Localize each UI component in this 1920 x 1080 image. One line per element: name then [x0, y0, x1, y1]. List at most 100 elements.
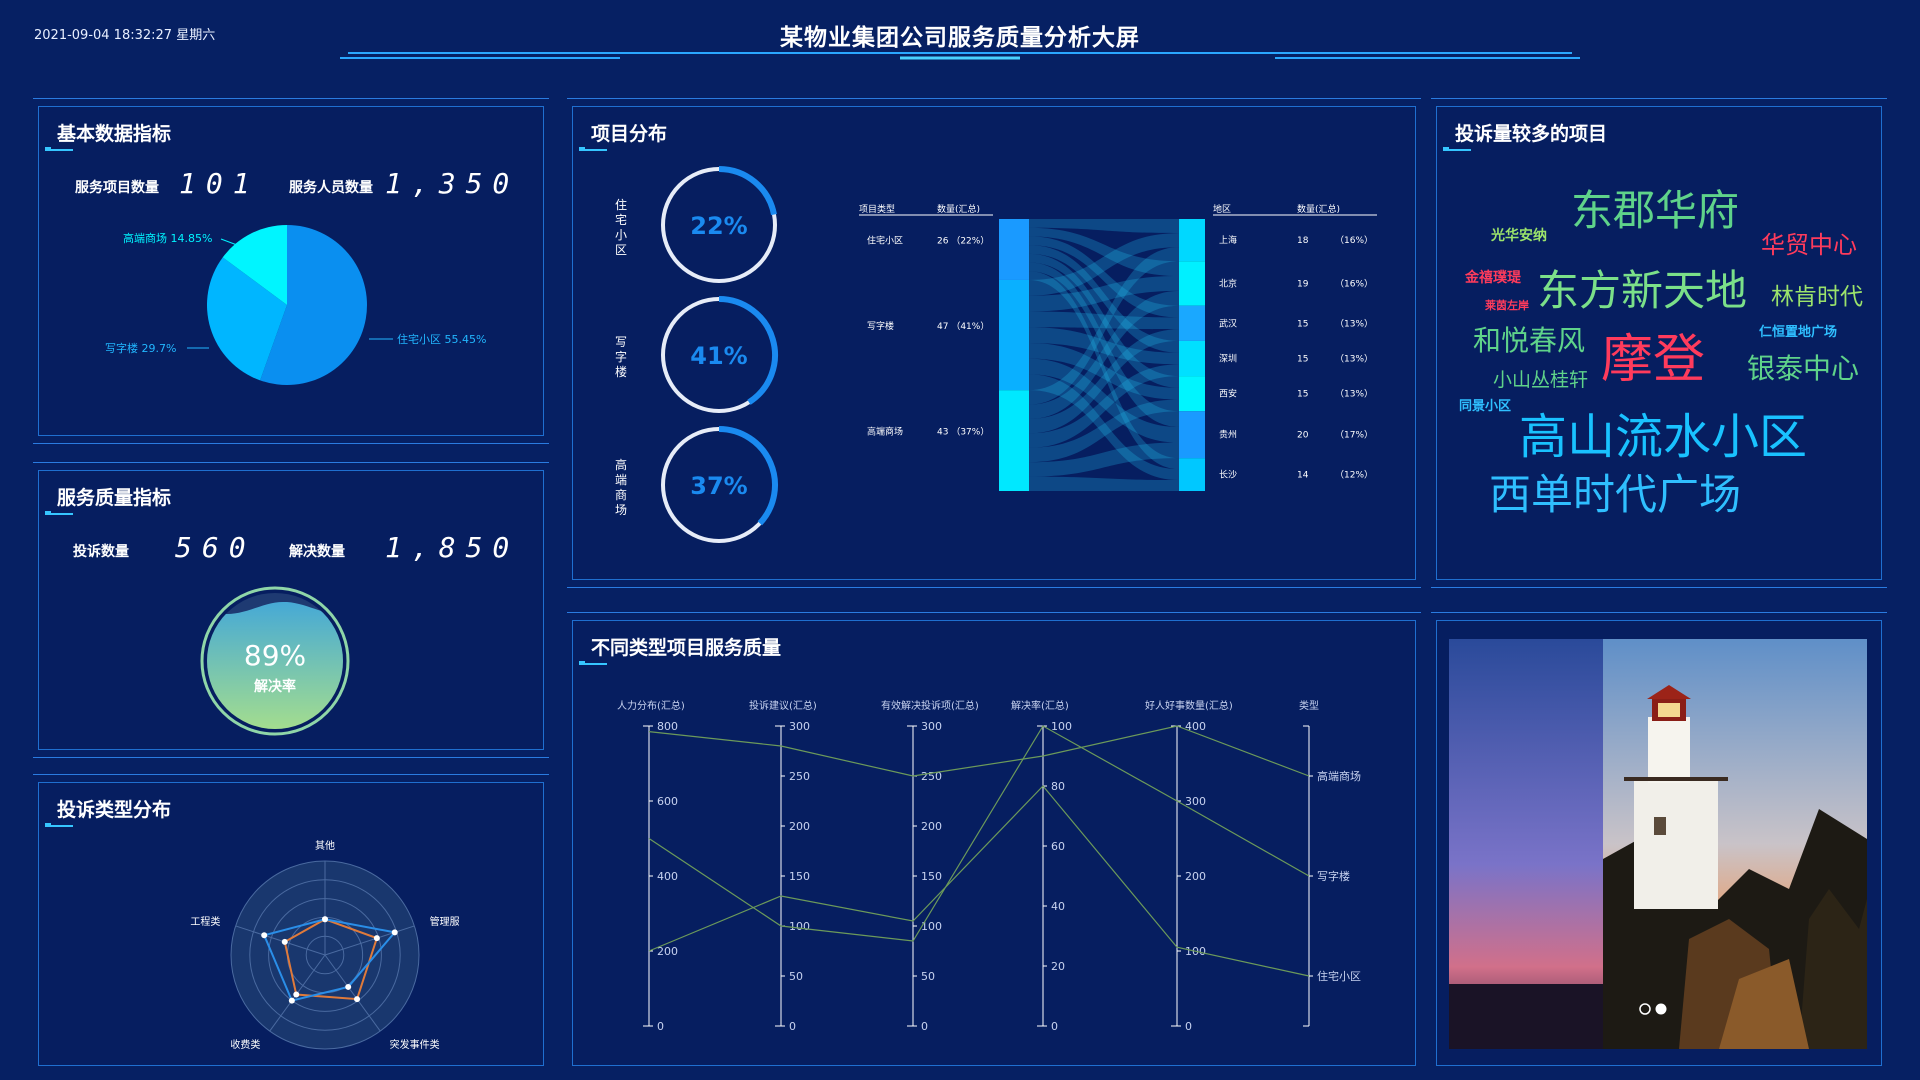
svg-text:宅: 宅	[615, 212, 627, 227]
radar-axis-label: 突发事件类	[390, 1038, 440, 1051]
svg-text:住: 住	[615, 198, 627, 212]
parallel-axis-tick: 50	[921, 970, 935, 983]
staff-count-value: 1,350	[385, 167, 520, 200]
title-marker-icon	[45, 823, 73, 827]
parallel-axis-name: 类型	[1299, 699, 1319, 712]
word-cloud-term[interactable]: 高山流水小区	[1519, 397, 1807, 467]
left-row-name: 住宅小区	[867, 234, 903, 246]
word-cloud-term[interactable]: 林肯时代	[1771, 277, 1863, 311]
ring-percent: 37%	[690, 472, 747, 500]
parallel-axis-name: 好人好事数量(汇总)	[1145, 699, 1233, 712]
left-row-name: 高端商场	[867, 426, 903, 438]
parallel-category-label: 高端商场	[1317, 769, 1361, 783]
panel-basic-metrics: 基本数据指标 服务项目数量 101 服务人员数量 1,350 写字楼 29.7%…	[33, 98, 549, 444]
word-cloud-term[interactable]: 莱茵左岸	[1485, 297, 1529, 313]
parallel-axis-tick: 300	[1185, 795, 1206, 808]
radar-axis-label: 收费类	[230, 1038, 260, 1051]
right-row-name: 西安	[1219, 388, 1237, 400]
panel-image-carousel	[1431, 612, 1887, 1066]
parallel-axis-tick: 200	[789, 820, 810, 833]
word-cloud: 东郡华府光华安纳 华贸中心金禧璞瑅 东方新天地 莱茵左岸 林肯时代仁恒置地广场 和悦春风摩…	[1437, 107, 1883, 581]
parallel-category-label: 住宅小区	[1317, 969, 1361, 983]
radar-axis-label: 工程类	[190, 915, 220, 928]
carousel-dot-2-active[interactable]	[1655, 1003, 1667, 1015]
panel-title: 基本数据指标	[57, 123, 172, 145]
right-row-name: 北京	[1219, 277, 1237, 289]
right-row-value: 19	[1297, 279, 1309, 289]
word-cloud-term[interactable]: 华贸中心	[1761, 225, 1857, 260]
left-row-value: 43 （37%）	[937, 427, 989, 438]
svg-text:写: 写	[615, 335, 627, 349]
parallel-series-line	[648, 725, 1310, 942]
right-row-pct: （13%）	[1335, 354, 1373, 365]
parallel-axis-tick: 300	[921, 720, 942, 733]
parallel-axis-tick: 100	[1051, 720, 1072, 733]
right-row-name: 武汉	[1219, 317, 1237, 329]
left-row-value: 47 （41%）	[937, 321, 989, 332]
parallel-axis-tick: 200	[921, 820, 942, 833]
parallel-axis-tick: 150	[789, 870, 810, 883]
parallel-axis-tick: 80	[1051, 780, 1065, 793]
right-row-pct: （16%）	[1335, 278, 1373, 289]
ring-percent: 22%	[690, 212, 747, 240]
svg-text:项目类型: 项目类型	[859, 203, 895, 215]
page-title: 某物业集团公司服务质量分析大屏	[780, 25, 1140, 51]
resolve-rate-liquid: 89% 解决率	[200, 586, 350, 736]
right-row-pct: （12%）	[1335, 470, 1373, 481]
parallel-axis-tick: 0	[789, 1020, 796, 1033]
word-cloud-term[interactable]: 仁恒置地广场	[1759, 321, 1837, 340]
word-cloud-term[interactable]: 银泰中心	[1747, 347, 1859, 387]
left-row-value: 26 （22%）	[937, 235, 989, 246]
panel-project-distribution: 项目分布 22% 住宅小区 41% 写字楼 37% 高端商场 项目类型 数量(汇总) 地区 数量…	[567, 98, 1421, 588]
svg-text:数量(汇总): 数量(汇总)	[1297, 203, 1340, 215]
word-cloud-term[interactable]: 东方新天地	[1537, 257, 1747, 318]
panel-service-quality: 服务质量指标 投诉数量 560 解决数量 1,850 89% 解决率	[33, 462, 549, 758]
parallel-coordinates-chart: 人力分布(汇总) 投诉建议(汇总) 有效解决投诉项(汇总) 解决率(汇总) 好人好事数量…	[617, 699, 1361, 1033]
word-cloud-term[interactable]: 和悦春风	[1473, 319, 1585, 359]
word-cloud-term[interactable]: 金禧璞瑅	[1465, 267, 1521, 287]
resolve-rate-label: 解决率	[254, 678, 296, 695]
parallel-axis-name: 解决率(汇总)	[1011, 699, 1069, 712]
distribution-chart: 22% 住宅小区 41% 写字楼 37% 高端商场 项目类型 数量(汇总) 地区 数量(汇总) 住…	[615, 166, 1377, 543]
complaint-count-label: 投诉数量	[73, 544, 129, 560]
parallel-axis-tick: 600	[657, 795, 678, 808]
pie-label-office: 写字楼 29.7%	[105, 341, 176, 355]
ring-percent: 41%	[690, 342, 747, 370]
word-cloud-term[interactable]: 摩登	[1601, 317, 1705, 392]
parallel-axis-tick: 150	[921, 870, 942, 883]
word-cloud-term[interactable]: 西单时代广场	[1489, 461, 1741, 522]
svg-text:地区: 地区	[1213, 203, 1231, 215]
title-marker-icon	[45, 147, 73, 151]
lighthouse-photo	[1449, 639, 1867, 1049]
right-row-pct: （16%）	[1335, 235, 1373, 246]
parallel-series-line	[648, 785, 1310, 977]
complaint-count-value: 560	[175, 531, 256, 564]
right-row-value: 15	[1297, 319, 1308, 329]
radar-axis-label: 管理服务类	[430, 915, 459, 928]
parallel-axis-tick: 200	[1185, 870, 1206, 883]
parallel-category-label: 写字楼	[1317, 869, 1350, 883]
word-cloud-term[interactable]: 小山丛桂轩	[1493, 365, 1588, 392]
title-underline	[340, 52, 1580, 60]
pie-label-residential: 住宅小区 55.45%	[397, 332, 486, 346]
right-row-name: 贵州	[1219, 429, 1237, 441]
resolved-count-value: 1,850	[385, 531, 520, 564]
parallel-series-line	[648, 725, 1310, 777]
right-row-value: 18	[1297, 236, 1309, 246]
parallel-axis-tick: 0	[921, 1020, 928, 1033]
parallel-axis-tick: 50	[789, 970, 803, 983]
word-cloud-term[interactable]: 东郡华府	[1571, 177, 1739, 238]
ring-progress-arc	[718, 166, 777, 216]
left-row-name: 写字楼	[867, 320, 894, 332]
parallel-axis-tick: 100	[789, 920, 810, 933]
parallel-axis-tick: 250	[789, 770, 810, 783]
word-cloud-term[interactable]: 光华安纳	[1491, 225, 1547, 245]
svg-text:区: 区	[615, 243, 627, 257]
right-row-pct: （13%）	[1335, 318, 1373, 329]
svg-text:数量(汇总): 数量(汇总)	[937, 203, 980, 215]
panel-complaint-wordcloud: 投诉量较多的项目 东郡华府 光华安纳 华贸中心 金禧璞瑅 东方新天地 莱茵左岸 林肯时代 仁恒…	[1431, 98, 1887, 588]
word-cloud-term[interactable]: 同景小区	[1459, 395, 1511, 414]
parallel-axis-tick: 60	[1051, 840, 1065, 853]
complaint-radar-chart: 其他管理服务类突发事件类 收费类 工程类	[190, 839, 459, 1051]
panel-parallel-quality: 不同类型项目服务质量 人力分布(汇总) 投诉建议(汇总) 有效解决投诉项(汇总) 解决…	[567, 612, 1421, 1066]
